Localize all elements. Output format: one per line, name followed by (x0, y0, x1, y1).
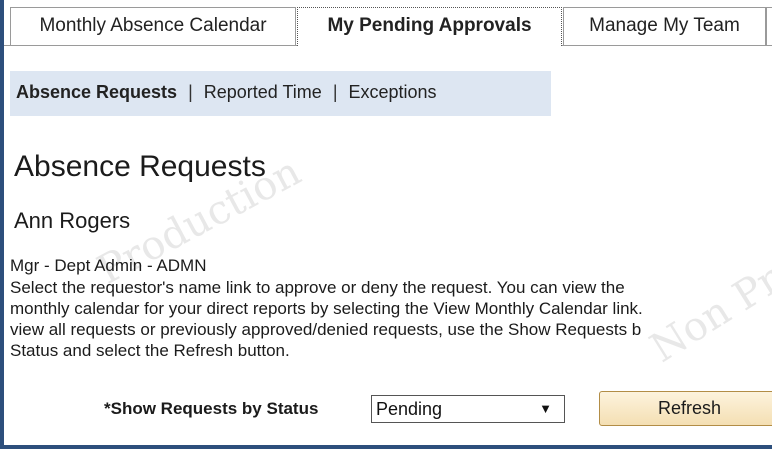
tab-manage-my-team[interactable]: Manage My Team (563, 7, 766, 45)
tab-overflow-edge (766, 7, 772, 45)
app-frame: Monthly Absence Calendar My Pending Appr… (0, 0, 772, 449)
dropdown-arrow-icon: ▼ (539, 401, 552, 416)
instructions-line: view all requests or previously approved… (10, 320, 642, 339)
page-title: Absence Requests (14, 150, 266, 183)
bottom-frame-border (0, 445, 772, 449)
left-frame-border (0, 0, 4, 449)
instructions-line: Status and select the Refresh button. (10, 341, 290, 360)
subnav-separator: | (188, 82, 193, 102)
status-filter-label: *Show Requests by Status (104, 399, 319, 418)
subnav-reported-time[interactable]: Reported Time (204, 82, 322, 102)
instructions-line: monthly calendar for your direct reports… (10, 299, 643, 318)
subnav-separator: | (332, 82, 338, 102)
tab-my-pending-approvals[interactable]: My Pending Approvals (297, 7, 562, 46)
status-select[interactable]: Pending ▼ (371, 395, 565, 423)
tab-monthly-absence-calendar[interactable]: Monthly Absence Calendar (10, 7, 296, 45)
status-select-value: Pending (376, 399, 443, 419)
subnav-exceptions[interactable]: Exceptions (349, 82, 437, 102)
subnav-absence-requests[interactable]: Absence Requests (16, 82, 177, 102)
refresh-button[interactable]: Refresh (599, 391, 772, 426)
department-line: Mgr - Dept Admin - ADMN (10, 256, 207, 275)
subnav-bar: Absence Requests | Reported Time | Exception… (10, 71, 551, 116)
employee-name: Ann Rogers (14, 208, 131, 233)
instructions-text: Select the requestor's name link to appr… (10, 277, 772, 361)
instructions-line: Select the requestor's name link to appr… (10, 278, 625, 297)
